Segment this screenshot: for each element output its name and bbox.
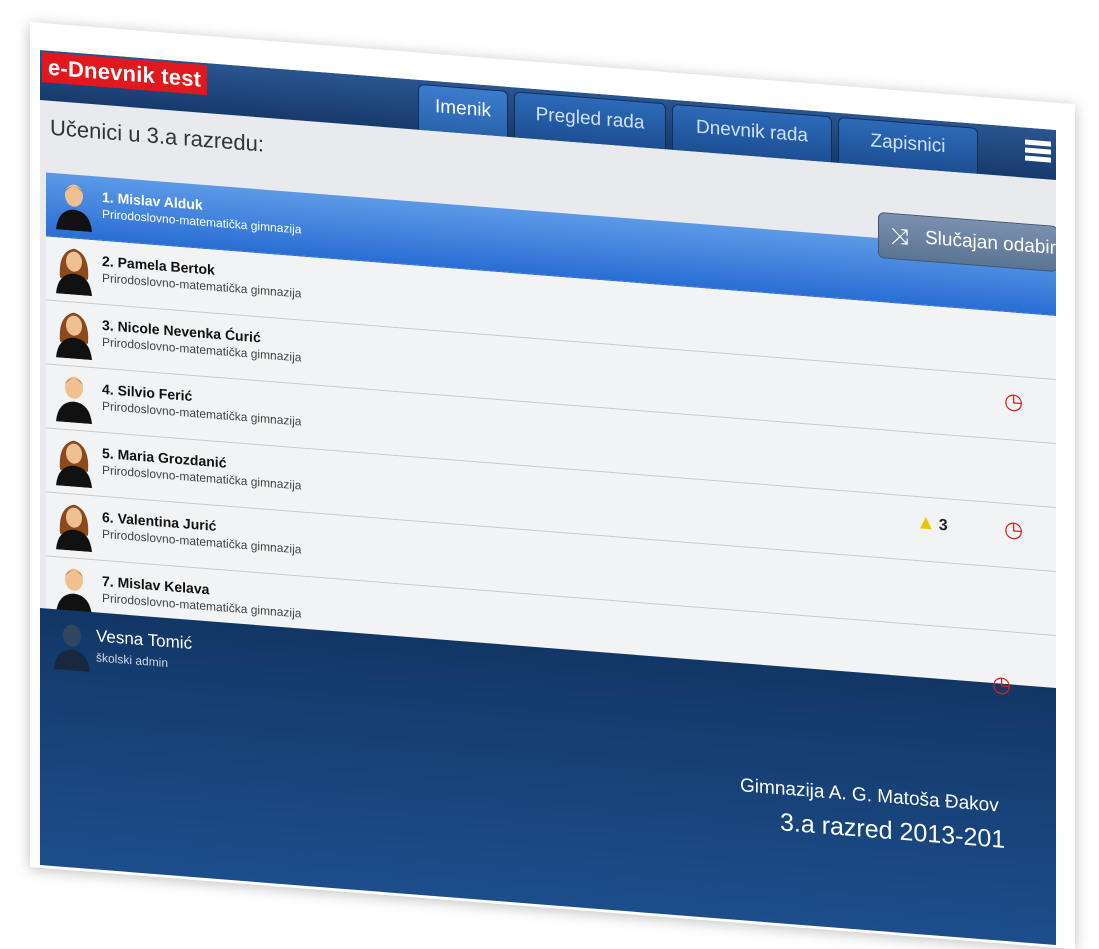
tab-pregled-rada[interactable]: Pregled rada [514, 91, 666, 150]
hamburger-icon[interactable] [1025, 139, 1051, 166]
app-screen: e-Dnevnik test Imenik Pregled rada Dnevn… [40, 50, 1056, 945]
user-avatar-icon[interactable] [52, 619, 92, 672]
male-avatar-icon [56, 568, 92, 617]
school-name: Gimnazija A. G. Matoša Đakov [740, 775, 999, 817]
clock-icon[interactable]: ◷ [992, 671, 1011, 699]
clock-icon[interactable]: ◷ [1004, 516, 1023, 544]
female-avatar-icon [56, 312, 92, 361]
page-title: Učenici u 3.a razredu: [50, 114, 264, 157]
app-frame: e-Dnevnik test Imenik Pregled rada Dnevn… [0, 0, 1099, 949]
clock-icon[interactable]: ◷ [1004, 388, 1023, 416]
tab-imenik[interactable]: Imenik [418, 83, 508, 137]
student-school: Prirodoslovno-matematička gimnazija [102, 398, 302, 429]
male-avatar-icon [56, 184, 92, 233]
random-select-label: Slučajan odabir [925, 227, 1056, 259]
female-avatar-icon [56, 440, 92, 489]
female-avatar-icon [56, 504, 92, 553]
warning-icon: ▲ [916, 510, 936, 535]
female-avatar-icon [56, 248, 92, 297]
male-avatar-icon [56, 376, 92, 425]
warning-badge[interactable]: ▲ 3 [916, 511, 948, 536]
user-role: školski admin [96, 650, 169, 671]
shuffle-icon: ⤨ [891, 222, 909, 250]
user-name[interactable]: Vesna Tomić [96, 626, 192, 654]
tab-dnevnik-rada[interactable]: Dnevnik rada [672, 103, 832, 163]
tab-zapisnici[interactable]: Zapisnici [838, 116, 978, 174]
warning-count: 3 [938, 516, 948, 535]
